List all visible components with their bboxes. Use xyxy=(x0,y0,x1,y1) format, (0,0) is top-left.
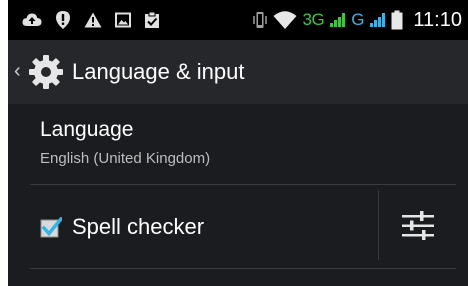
status-clock: 11:10 xyxy=(413,8,462,31)
alert-bubble-icon xyxy=(55,10,71,30)
warning-icon xyxy=(84,12,102,28)
divider xyxy=(30,184,456,185)
signal-icon-3g xyxy=(330,13,346,27)
signal-icon-g xyxy=(370,13,386,27)
vibrate-icon xyxy=(252,10,267,30)
sliders-icon[interactable] xyxy=(398,206,438,246)
spell-checker-label: Spell checker xyxy=(72,214,205,239)
language-title: Language xyxy=(40,118,134,141)
spell-checker-checkbox[interactable] xyxy=(40,216,64,239)
divider xyxy=(30,268,456,269)
network-3g-label: 3G xyxy=(302,10,325,29)
gallery-icon xyxy=(115,12,131,28)
cloud-upload-icon xyxy=(22,12,42,28)
battery-icon xyxy=(391,10,403,30)
list-item-spell-checker[interactable]: Spell checker xyxy=(8,186,468,266)
page-title: Language & input xyxy=(72,59,245,84)
network-g-label: G xyxy=(351,10,365,29)
screen: 3G G 11:10 ‹ Language & input Language E… xyxy=(8,0,468,286)
vertical-divider xyxy=(378,190,379,260)
language-summary: English (United Kingdom) xyxy=(40,150,211,167)
action-bar: ‹ Language & input xyxy=(8,40,468,104)
wifi-icon xyxy=(273,10,297,30)
notification-icons xyxy=(22,10,160,30)
status-bar: 3G G 11:10 xyxy=(8,0,468,40)
list-item-language[interactable]: Language English (United Kingdom) xyxy=(8,104,468,184)
settings-gear-icon[interactable] xyxy=(26,52,66,92)
clipboard-check-icon xyxy=(144,11,160,29)
back-chevron-icon[interactable]: ‹ xyxy=(14,60,21,83)
system-icons: 3G G 11:10 xyxy=(252,8,462,32)
